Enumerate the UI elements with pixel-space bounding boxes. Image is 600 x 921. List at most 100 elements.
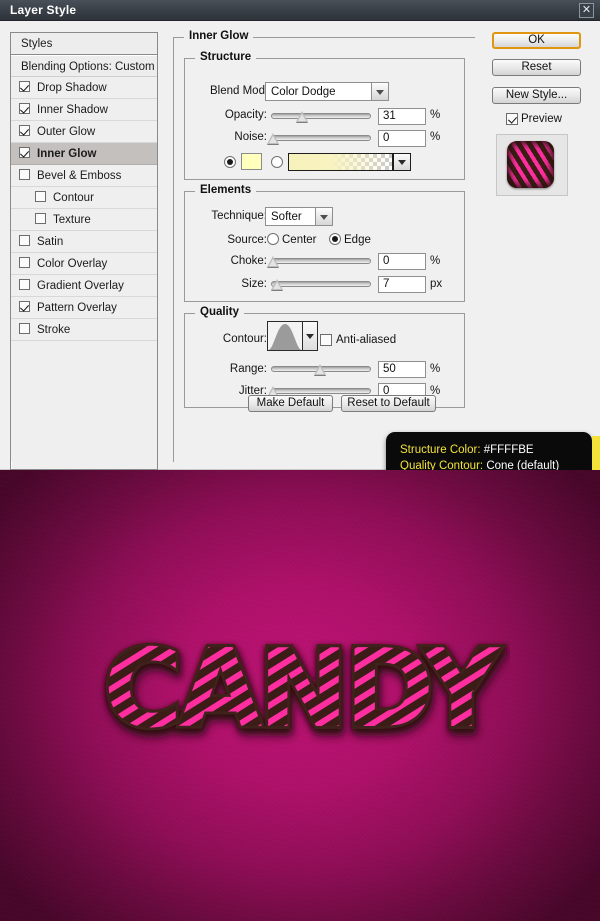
style-preview-thumbnail <box>507 141 554 188</box>
photoshop-layer-style-screen: Layer Style ✕ Styles Blending Options: C… <box>0 0 600 921</box>
sidebar-item-inner-shadow[interactable]: Inner Shadow <box>11 99 157 121</box>
source-center-label: Center <box>282 234 317 246</box>
window-title: Layer Style <box>10 3 77 17</box>
sidebar-item-gradient-overlay[interactable]: Gradient Overlay <box>11 275 157 297</box>
source-label: Source: <box>227 234 267 246</box>
glow-gradient-preview[interactable] <box>288 153 393 171</box>
sidebar-item-contour[interactable]: Contour <box>11 187 157 209</box>
blend-mode-label: Blend Mode: <box>210 85 275 97</box>
sidebar-item-outer-glow[interactable]: Outer Glow <box>11 121 157 143</box>
size-slider[interactable] <box>271 277 371 291</box>
sidebar-item-bevel-emboss[interactable]: Bevel & Emboss <box>11 165 157 187</box>
svg-text:CANDY: CANDY <box>103 627 502 752</box>
preview-checkbox[interactable] <box>506 113 518 125</box>
inner-glow-group-label: Inner Glow <box>184 30 254 42</box>
range-input[interactable]: 50 <box>378 361 426 378</box>
structure-group-label: Structure <box>195 51 257 63</box>
contour-checkbox[interactable] <box>35 191 46 202</box>
size-unit: px <box>430 278 443 290</box>
tooltip-row-structure-color: Structure Color: #FFFFBE <box>400 442 578 458</box>
anti-aliased-checkbox[interactable] <box>320 334 332 346</box>
sidebar-item-pattern-overlay[interactable]: Pattern Overlay <box>11 297 157 319</box>
pattern-overlay-checkbox[interactable] <box>19 301 30 312</box>
sidebar-item-drop-shadow[interactable]: Drop Shadow <box>11 77 157 99</box>
range-slider[interactable] <box>271 362 371 376</box>
noise-slider[interactable] <box>267 131 371 145</box>
technique-select[interactable]: Softer <box>265 207 333 226</box>
glow-fill-gradient-radio[interactable] <box>271 156 283 168</box>
sidebar-item-inner-glow[interactable]: Inner Glow <box>11 143 157 165</box>
sidebar-item-label: Texture <box>53 214 91 226</box>
noise-slider-track[interactable] <box>271 135 371 141</box>
sidebar-item-label: Outer Glow <box>37 126 96 138</box>
choke-slider[interactable] <box>267 254 371 268</box>
satin-checkbox[interactable] <box>19 235 30 246</box>
source-center-radio[interactable] <box>267 233 279 245</box>
opacity-slider[interactable] <box>271 109 371 123</box>
chevron-down-icon[interactable] <box>315 208 332 225</box>
bevel-emboss-checkbox[interactable] <box>19 169 30 180</box>
size-slider-thumb[interactable] <box>271 279 283 290</box>
sidebar-item-label: Bevel & Emboss <box>37 170 122 182</box>
opacity-input[interactable]: 31 <box>378 108 426 125</box>
contour-preview[interactable] <box>267 321 303 351</box>
cone-contour-icon <box>268 324 302 350</box>
styles-list-header: Styles <box>11 33 157 55</box>
blend-mode-select[interactable]: Color Dodge <box>265 82 389 101</box>
jitter-slider-track[interactable] <box>271 388 371 394</box>
ok-button[interactable]: OK <box>492 32 581 49</box>
source-edge-label: Edge <box>344 234 371 246</box>
opacity-slider-track[interactable] <box>271 113 371 119</box>
sidebar-item-label: Drop Shadow <box>37 82 107 94</box>
size-slider-track[interactable] <box>271 281 371 287</box>
reset-button[interactable]: Reset <box>492 59 581 76</box>
glow-fill-color-radio[interactable] <box>224 156 236 168</box>
sidebar-item-label: Contour <box>53 192 94 204</box>
choke-input[interactable]: 0 <box>378 253 426 270</box>
glow-color-swatch[interactable] <box>241 153 262 170</box>
source-edge-radio[interactable] <box>329 233 341 245</box>
reset-to-default-button[interactable]: Reset to Default <box>341 395 436 412</box>
inner-glow-checkbox[interactable] <box>19 147 30 158</box>
tooltip-structure-color-key: Structure Color: <box>400 444 481 456</box>
close-icon[interactable]: ✕ <box>579 3 594 18</box>
noise-slider-thumb[interactable] <box>267 133 279 144</box>
sidebar-item-label: Pattern Overlay <box>37 302 117 314</box>
gradient-overlay-checkbox[interactable] <box>19 279 30 290</box>
chevron-down-icon[interactable] <box>371 83 388 100</box>
anti-aliased-label: Anti-aliased <box>336 334 397 346</box>
noise-input[interactable]: 0 <box>378 130 426 147</box>
style-preview-box <box>496 134 568 196</box>
choke-label: Choke: <box>230 255 267 267</box>
artwork-canvas: CANDY <box>0 470 600 921</box>
blending-options-item[interactable]: Blending Options: Custom <box>11 55 157 77</box>
noise-unit: % <box>430 131 441 143</box>
range-unit: % <box>430 363 441 375</box>
choke-slider-thumb[interactable] <box>267 256 279 267</box>
stroke-checkbox[interactable] <box>19 323 30 334</box>
quality-group-label: Quality <box>195 306 244 318</box>
sidebar-item-label: Inner Glow <box>37 148 97 160</box>
sidebar-item-satin[interactable]: Satin <box>11 231 157 253</box>
noise-label: Noise: <box>234 131 267 143</box>
blend-mode-value: Color Dodge <box>271 86 336 98</box>
gradient-fade <box>289 154 392 170</box>
gradient-picker-chevron-down-icon[interactable] <box>393 153 411 171</box>
outer-glow-checkbox[interactable] <box>19 125 30 136</box>
sidebar-item-texture[interactable]: Texture <box>11 209 157 231</box>
range-slider-thumb[interactable] <box>314 364 326 375</box>
make-default-button[interactable]: Make Default <box>248 395 333 412</box>
size-input[interactable]: 7 <box>378 276 426 293</box>
tooltip-structure-color-value: #FFFFBE <box>483 444 534 456</box>
inner-shadow-checkbox[interactable] <box>19 103 30 114</box>
contour-chevron-down-icon[interactable] <box>303 321 318 351</box>
sidebar-item-stroke[interactable]: Stroke <box>11 319 157 341</box>
texture-checkbox[interactable] <box>35 213 46 224</box>
opacity-slider-thumb[interactable] <box>296 111 308 122</box>
sidebar-item-color-overlay[interactable]: Color Overlay <box>11 253 157 275</box>
new-style-button[interactable]: New Style... <box>492 87 581 104</box>
drop-shadow-checkbox[interactable] <box>19 81 30 92</box>
choke-slider-track[interactable] <box>271 258 371 264</box>
elements-group-label: Elements <box>195 184 257 196</box>
color-overlay-checkbox[interactable] <box>19 257 30 268</box>
